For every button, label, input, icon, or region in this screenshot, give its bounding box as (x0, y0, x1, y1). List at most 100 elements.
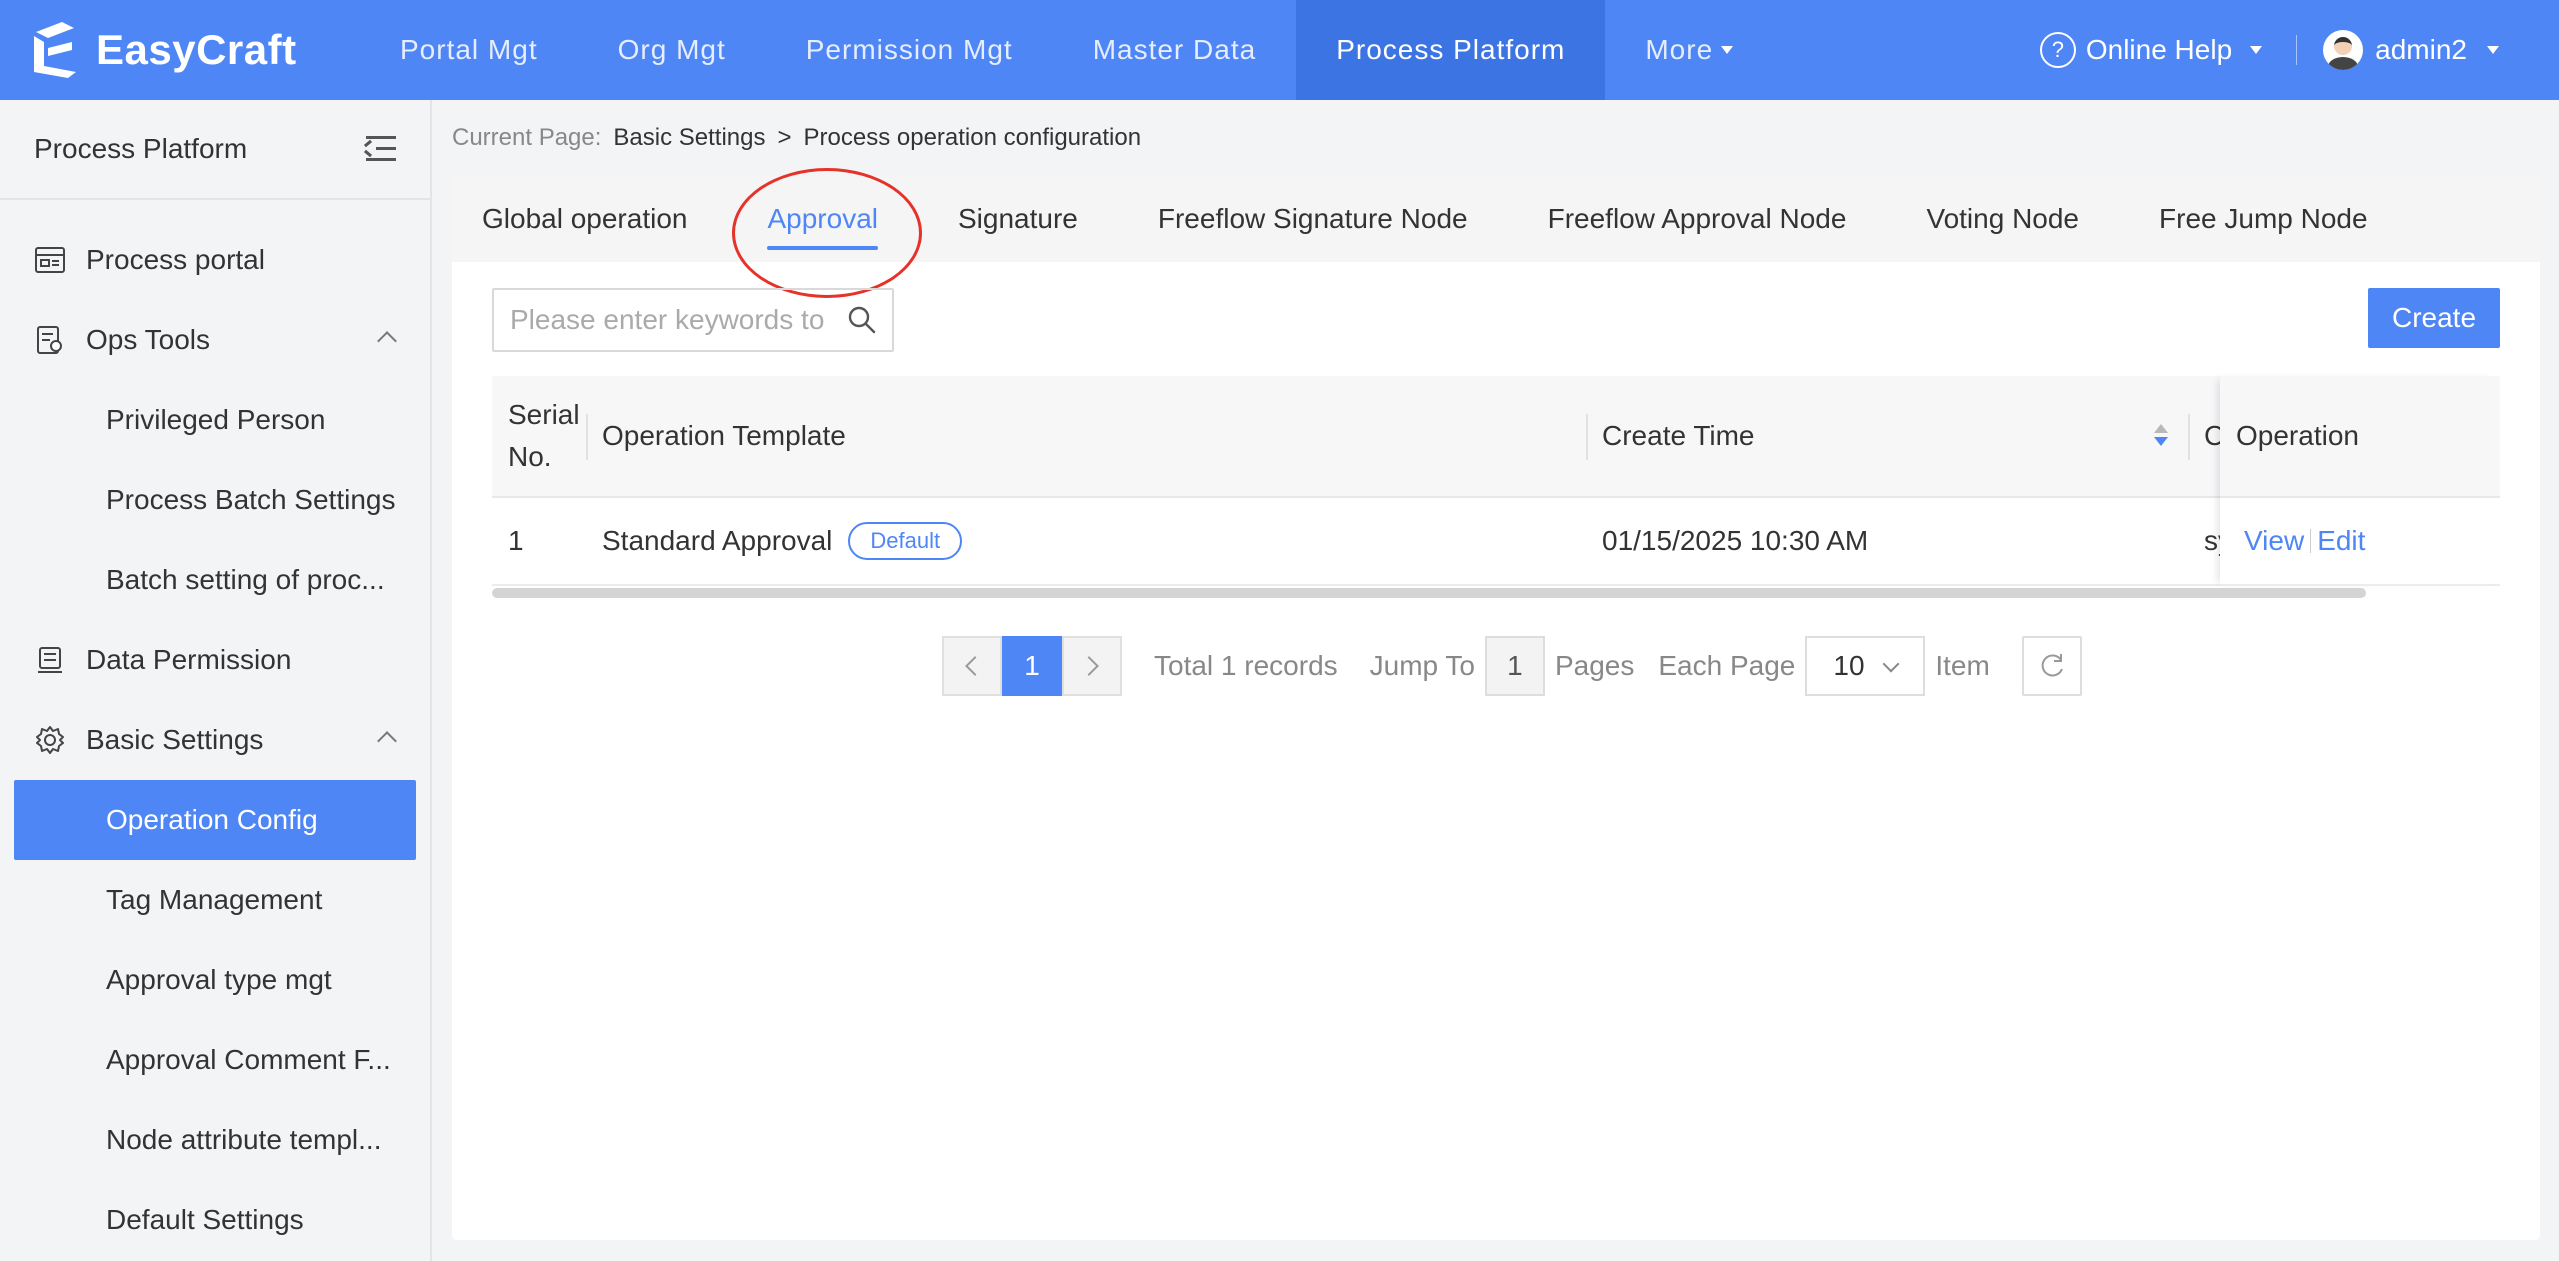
breadcrumb-separator: > (777, 124, 792, 151)
th-create-time[interactable]: Create Time (1602, 376, 1755, 496)
chevron-left-icon (965, 656, 985, 676)
breadcrumb-parent[interactable]: Basic Settings (613, 124, 765, 152)
sidebar-item-privileged-person[interactable]: Privileged Person (0, 380, 430, 460)
th-serial: Serial No. (508, 376, 580, 496)
create-button[interactable]: Create (2368, 288, 2500, 348)
search-icon[interactable] (846, 304, 878, 336)
chevron-up-icon (377, 331, 397, 351)
nav-portal-mgt[interactable]: Portal Mgt (360, 0, 578, 100)
caret-down-icon (2250, 46, 2263, 54)
chevron-right-icon (1079, 656, 1099, 676)
th-operation-template: Operation Template (602, 420, 846, 451)
breadcrumb-current: Process operation configuration (803, 124, 1142, 151)
column-divider (2188, 414, 2190, 460)
online-help-dropdown[interactable]: ? Online Help (2039, 32, 2296, 68)
column-divider (1586, 414, 1588, 460)
default-badge: Default (848, 522, 963, 560)
sidebar-item-process-batch-settings[interactable]: Process Batch Settings (0, 460, 430, 540)
refresh-button[interactable] (2021, 636, 2082, 696)
tab-bar: Global operation Approval Signature Free… (452, 176, 2540, 262)
tab-approval[interactable]: Approval (727, 176, 918, 262)
th-serial-line1: Serial (508, 399, 580, 430)
fixed-column-shadow (2220, 376, 2500, 586)
sidebar-item-label: Ops Tools (86, 324, 210, 355)
gear-icon (34, 724, 66, 756)
nav-permission-mgt[interactable]: Permission Mgt (766, 0, 1053, 100)
sidebar-item-node-attribute[interactable]: Node attribute templ... (0, 1100, 430, 1180)
th-serial-line2: No. (508, 441, 552, 472)
username: admin2 (2375, 34, 2467, 65)
table-header: Serial No. Operation Template Create Tim… (492, 376, 2500, 498)
pages-label: Pages (1554, 650, 1635, 681)
caret-down-icon (2487, 46, 2499, 54)
top-right-area: ? Online Help admin2 (2039, 0, 2499, 100)
next-page-button[interactable] (1062, 636, 1122, 696)
divider (2296, 35, 2298, 65)
search-input[interactable] (510, 304, 830, 336)
sidebar-item-process-portal[interactable]: Process portal (0, 220, 430, 300)
collapse-sidebar-icon[interactable] (363, 136, 396, 162)
avatar (2323, 30, 2364, 70)
online-help-label: Online Help (2085, 34, 2233, 65)
item-label: Item (1935, 650, 1990, 681)
nav-more[interactable]: More (1605, 0, 1773, 100)
nav-master-data[interactable]: Master Data (1053, 0, 1297, 100)
table-row: 1 Standard Approval Default 01/15/2025 1… (492, 498, 2500, 586)
logo-icon (28, 18, 82, 82)
each-page-label: Each Page (1658, 650, 1796, 681)
nav-process-platform[interactable]: Process Platform (1296, 0, 1606, 100)
main-panel: Global operation Approval Signature Free… (452, 168, 2540, 1240)
breadcrumb: Current Page: Basic Settings > Process o… (452, 124, 1141, 152)
caret-down-icon (1721, 46, 1734, 54)
sidebar-item-label: Basic Settings (86, 724, 264, 755)
chevron-down-icon (1882, 655, 1900, 673)
sort-icon[interactable] (2152, 424, 2170, 450)
operation-table: Serial No. Operation Template Create Tim… (492, 376, 2500, 598)
sidebar-item-operation-config[interactable]: Operation Config (14, 780, 416, 860)
sidebar-item-label: Process portal (86, 244, 265, 275)
search-box[interactable] (492, 288, 894, 352)
sidebar-item-default-settings[interactable]: Default Settings (0, 1180, 430, 1260)
tab-freeflow-approval-node[interactable]: Freeflow Approval Node (1508, 176, 1887, 262)
horizontal-scrollbar[interactable] (492, 588, 2366, 598)
page-1-button[interactable]: 1 (1002, 636, 1062, 696)
template-name: Standard Approval (602, 525, 833, 556)
cell-serial: 1 (508, 525, 524, 556)
tab-free-jump-node[interactable]: Free Jump Node (2119, 176, 2408, 262)
sidebar: Process Platform Process portal Ops Tool… (0, 100, 432, 1261)
page-size-select[interactable]: 10 (1805, 636, 1926, 696)
chevron-up-icon (377, 731, 397, 751)
column-divider (586, 414, 588, 460)
logo[interactable]: EasyCraft (28, 18, 297, 82)
jump-to-label: Jump To (1369, 650, 1475, 681)
sidebar-item-approval-type-mgt[interactable]: Approval type mgt (0, 940, 430, 1020)
main-nav: Portal Mgt Org Mgt Permission Mgt Master… (360, 0, 1773, 100)
breadcrumb-prefix: Current Page: (452, 124, 602, 151)
sidebar-header: Process Platform (0, 100, 430, 200)
cell-create-time: 01/15/2025 10:30 AM (1602, 525, 1869, 556)
top-navbar: EasyCraft Portal Mgt Org Mgt Permission … (0, 0, 2559, 100)
sidebar-title: Process Platform (34, 133, 248, 164)
logo-text: EasyCraft (96, 26, 297, 73)
tab-global-operation[interactable]: Global operation (452, 176, 727, 262)
sidebar-item-basic-settings[interactable]: Basic Settings (0, 700, 430, 780)
sidebar-item-label: Data Permission (86, 644, 292, 675)
tab-signature[interactable]: Signature (918, 176, 1118, 262)
refresh-icon (2041, 654, 2063, 677)
jump-page-input[interactable]: 1 (1484, 636, 1545, 696)
sidebar-item-data-permission[interactable]: Data Permission (0, 620, 430, 700)
sidebar-item-approval-comment[interactable]: Approval Comment F... (0, 1020, 430, 1100)
tab-voting-node[interactable]: Voting Node (1886, 176, 2119, 262)
prev-page-button[interactable] (942, 636, 1002, 696)
sidebar-item-batch-setting[interactable]: Batch setting of proc... (0, 540, 430, 620)
nav-more-label: More (1645, 34, 1714, 65)
sidebar-item-tag-management[interactable]: Tag Management (0, 860, 430, 940)
user-menu[interactable]: admin2 (2323, 30, 2499, 70)
sidebar-item-ops-tools[interactable]: Ops Tools (0, 300, 430, 380)
total-records: Total 1 records (1154, 650, 1338, 681)
nav-org-mgt[interactable]: Org Mgt (578, 0, 766, 100)
tab-freeflow-signature-node[interactable]: Freeflow Signature Node (1118, 176, 1508, 262)
cell-template: Standard Approval Default (602, 498, 963, 584)
data-permission-icon (34, 644, 66, 676)
pagination: 1 Total 1 records Jump To 1 Pages Each P… (942, 636, 2082, 696)
